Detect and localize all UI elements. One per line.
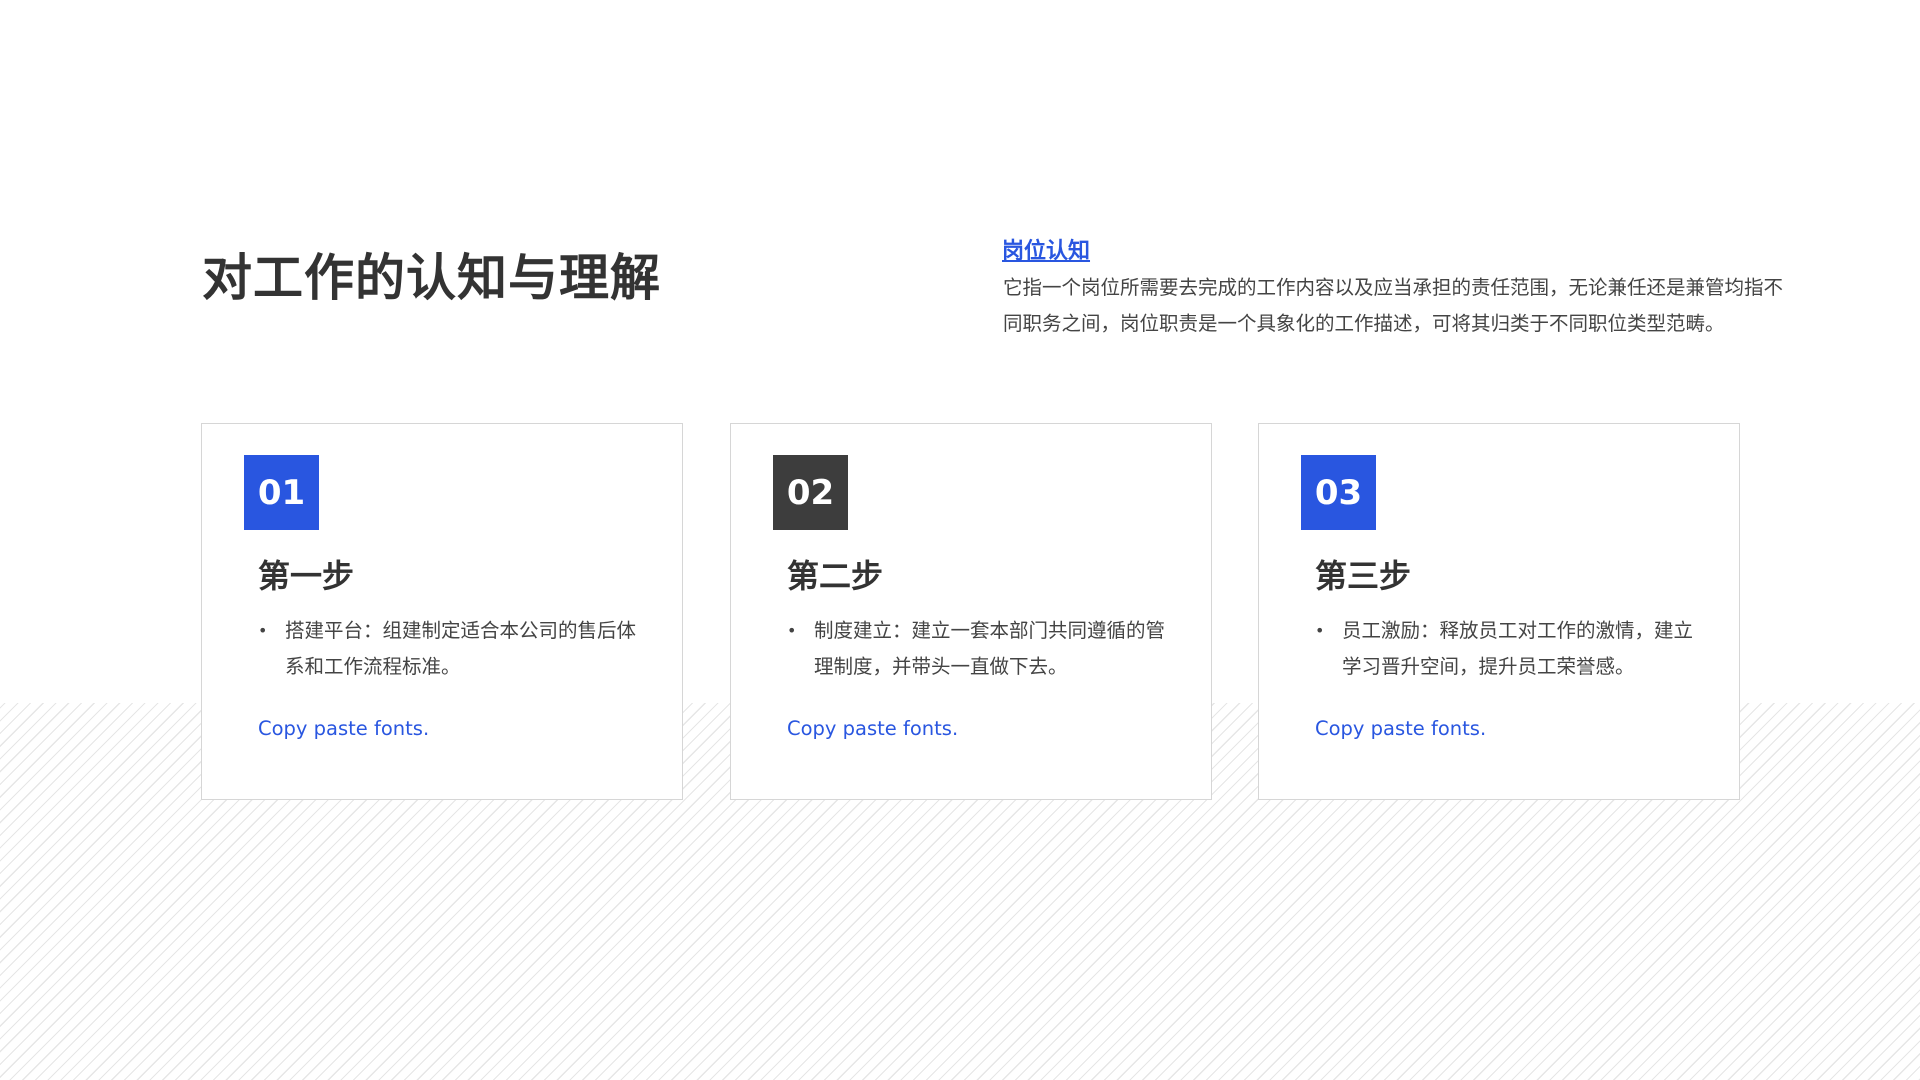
step-bullet-text: 员工激励：释放员工对工作的激情，建立学习晋升空间，提升员工荣誉感。 [1342, 619, 1694, 678]
step-number-badge: 01 [244, 455, 319, 530]
step-card-2: 02 第二步 • 制度建立：建立一套本部门共同遵循的管理制度，并带头一直做下去。… [730, 423, 1212, 800]
step-title: 第二步 [787, 557, 884, 595]
step-bullet-text: 搭建平台：组建制定适合本公司的售后体系和工作流程标准。 [285, 619, 637, 678]
step-bullet-text: 制度建立：建立一套本部门共同遵循的管理制度，并带头一直做下去。 [814, 619, 1166, 678]
bullet-dot-icon: • [787, 621, 797, 640]
bullet-dot-icon: • [258, 621, 268, 640]
step-link[interactable]: Copy paste fonts. [787, 717, 958, 740]
step-card-3: 03 第三步 • 员工激励：释放员工对工作的激情，建立学习晋升空间，提升员工荣誉… [1258, 423, 1740, 800]
step-title: 第三步 [1315, 557, 1412, 595]
step-card-1: 01 第一步 • 搭建平台：组建制定适合本公司的售后体系和工作流程标准。 Cop… [201, 423, 683, 800]
step-link[interactable]: Copy paste fonts. [1315, 717, 1486, 740]
step-bullet: • 搭建平台：组建制定适合本公司的售后体系和工作流程标准。 [258, 613, 638, 685]
page-title: 对工作的认知与理解 [202, 249, 661, 307]
section-subtitle-link[interactable]: 岗位认知 [1002, 233, 1090, 265]
step-number-badge: 03 [1301, 455, 1376, 530]
step-bullet: • 员工激励：释放员工对工作的激情，建立学习晋升空间，提升员工荣誉感。 [1315, 613, 1695, 685]
step-number-badge: 02 [773, 455, 848, 530]
slide: 对工作的认知与理解 岗位认知 它指一个岗位所需要去完成的工作内容以及应当承担的责… [0, 0, 1920, 1080]
section-description: 它指一个岗位所需要去完成的工作内容以及应当承担的责任范围，无论兼任还是兼管均指不… [1003, 276, 1784, 335]
step-link[interactable]: Copy paste fonts. [258, 717, 429, 740]
step-bullet: • 制度建立：建立一套本部门共同遵循的管理制度，并带头一直做下去。 [787, 613, 1167, 685]
bullet-dot-icon: • [1315, 621, 1325, 640]
step-title: 第一步 [258, 557, 355, 595]
